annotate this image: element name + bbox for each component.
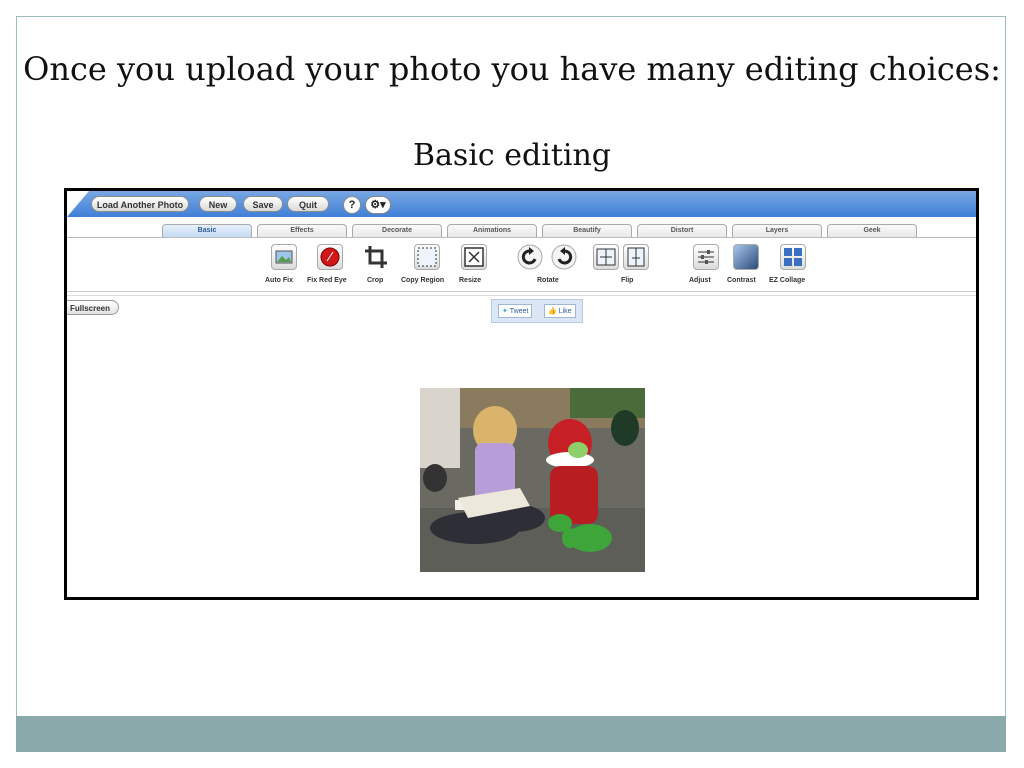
- ez-collage-tool[interactable]: EZ Collage: [769, 244, 813, 290]
- fix-red-eye-tool[interactable]: Fix Red Eye: [307, 244, 347, 290]
- flip-vertical-icon[interactable]: [623, 244, 649, 270]
- save-button[interactable]: Save: [243, 196, 283, 212]
- editor-top-bar: Load Another Photo New Save Quit ? ⚙▾: [67, 191, 976, 217]
- auto-fix-tool[interactable]: Auto Fix: [265, 244, 301, 290]
- tweet-label: Tweet: [509, 308, 529, 315]
- fullscreen-button[interactable]: Fullscreen: [67, 300, 119, 315]
- tab-animations[interactable]: Animations: [447, 224, 537, 237]
- settings-button[interactable]: ⚙▾: [365, 196, 391, 214]
- twitter-bird-icon: ✦: [502, 308, 508, 315]
- contrast-icon: [733, 244, 759, 270]
- resize-label: Resize: [459, 277, 482, 284]
- tab-beautify[interactable]: Beautify: [542, 224, 632, 237]
- tabs-row: Basic Effects Decorate Animations Beauti…: [67, 221, 976, 238]
- adjust-label: Adjust: [689, 277, 711, 284]
- resize-tool[interactable]: Resize: [459, 244, 489, 290]
- footer-bar: [16, 716, 1006, 752]
- fix-red-eye-label: Fix Red Eye: [307, 277, 347, 284]
- tab-distort[interactable]: Distort: [637, 224, 727, 237]
- tab-layers[interactable]: Layers: [732, 224, 822, 237]
- copy-region-icon: [414, 244, 440, 270]
- tab-decorate[interactable]: Decorate: [352, 224, 442, 237]
- crop-icon: [363, 244, 389, 270]
- red-eye-icon: [317, 244, 343, 270]
- adjust-tool[interactable]: Adjust: [689, 244, 721, 290]
- toolbar-divider: [67, 291, 976, 296]
- auto-fix-icon: [271, 244, 297, 270]
- contrast-label: Contrast: [727, 277, 756, 284]
- flip-horizontal-icon[interactable]: [593, 244, 619, 270]
- copy-region-tool[interactable]: Copy Region: [401, 244, 447, 290]
- editor-screenshot: Load Another Photo New Save Quit ? ⚙▾ Ba…: [64, 188, 979, 600]
- collage-icon: [780, 244, 806, 270]
- new-button[interactable]: New: [199, 196, 237, 212]
- copy-region-label: Copy Region: [401, 277, 445, 284]
- rotate-left-icon[interactable]: [517, 244, 543, 275]
- social-buttons: ✦ Tweet 👍 Like: [491, 299, 583, 323]
- thumbs-up-icon: 👍: [548, 308, 557, 315]
- tab-basic[interactable]: Basic: [162, 224, 252, 237]
- auto-fix-label: Auto Fix: [265, 277, 293, 284]
- flip-label: Flip: [621, 277, 634, 284]
- contrast-tool[interactable]: Contrast: [727, 244, 761, 290]
- flip-tool[interactable]: Flip: [591, 244, 651, 290]
- crop-tool[interactable]: Crop: [361, 244, 391, 290]
- resize-icon: [461, 244, 487, 270]
- tweet-button[interactable]: ✦ Tweet: [498, 304, 533, 318]
- like-button[interactable]: 👍 Like: [544, 304, 576, 318]
- edited-photo: [420, 388, 645, 572]
- slide-heading: Once you upload your photo you have many…: [23, 50, 1001, 88]
- slide-subheading: Basic editing: [413, 138, 611, 173]
- load-another-photo-button[interactable]: Load Another Photo: [91, 196, 189, 212]
- like-label: Like: [558, 308, 572, 315]
- gear-icon: ⚙▾: [370, 199, 386, 211]
- tab-geek[interactable]: Geek: [827, 224, 917, 237]
- ez-collage-label: EZ Collage: [769, 277, 806, 284]
- rotate-right-icon[interactable]: [551, 244, 577, 275]
- rotate-tool[interactable]: Rotate: [515, 244, 581, 290]
- rotate-label: Rotate: [537, 277, 559, 284]
- crop-label: Crop: [367, 277, 384, 284]
- quit-button[interactable]: Quit: [287, 196, 329, 212]
- adjust-icon: [693, 244, 719, 270]
- help-button[interactable]: ?: [343, 196, 361, 214]
- tab-effects[interactable]: Effects: [257, 224, 347, 237]
